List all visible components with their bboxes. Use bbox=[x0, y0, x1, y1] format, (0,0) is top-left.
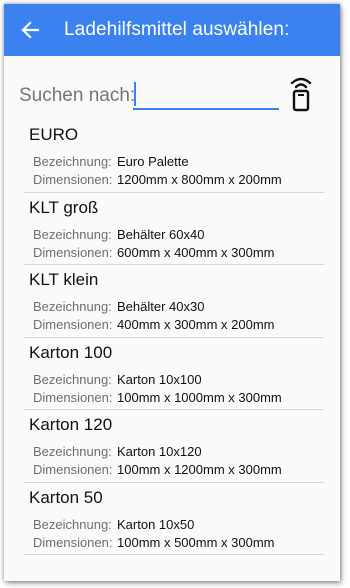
item-list: EURO Bezeichnung: Euro Palette Dimensione… bbox=[4, 120, 340, 555]
dimensions-label: Dimensionen: bbox=[33, 172, 113, 187]
dimensions-value: 1200mm x 800mm x 200mm bbox=[117, 172, 282, 187]
dimensions-value: 400mm x 300mm x 200mm bbox=[117, 317, 275, 332]
designation-value: Euro Palette bbox=[117, 154, 189, 169]
text-cursor bbox=[134, 82, 136, 106]
designation-label: Bezeichnung: bbox=[33, 516, 112, 532]
item-name: Karton 120 bbox=[29, 415, 113, 434]
list-item[interactable]: KLT klein Bezeichnung: Behälter 40x30 Dim… bbox=[24, 265, 324, 338]
dimensions-value: 600mm x 400mm x 300mm bbox=[117, 244, 275, 260]
designation-value: Karton 10x120 bbox=[117, 444, 202, 459]
dimensions-label: Dimensionen: bbox=[33, 244, 113, 260]
designation-label: Bezeichnung: bbox=[33, 299, 112, 314]
dimensions-label: Dimensionen: bbox=[33, 317, 113, 332]
back-button[interactable] bbox=[8, 4, 52, 56]
dimensions-row: Dimensionen: 100mm x 1000mm x 300mm bbox=[33, 390, 282, 405]
list-item[interactable]: Karton 120 Bezeichnung: Karton 10x120 Dim… bbox=[24, 410, 324, 483]
dimensions-value: 100mm x 500mm x 300mm bbox=[117, 534, 275, 550]
designation-label: Bezeichnung: bbox=[33, 371, 112, 387]
dimensions-row: Dimensionen: 1200mm x 800mm x 200mm bbox=[33, 172, 282, 187]
dimensions-row: Dimensionen: 400mm x 300mm x 200mm bbox=[33, 317, 275, 332]
item-name: KLT groß bbox=[29, 197, 99, 217]
designation-label: Bezeichnung: bbox=[33, 154, 112, 169]
list-item[interactable]: KLT groß Bezeichnung: Behälter 60x40 Dime… bbox=[24, 193, 324, 265]
list-item[interactable]: EURO Bezeichnung: Euro Palette Dimensione… bbox=[24, 120, 324, 193]
dimensions-label: Dimensionen: bbox=[33, 389, 113, 405]
designation-row: Bezeichnung: Karton 10x100 bbox=[33, 372, 202, 387]
designation-label: Bezeichnung: bbox=[33, 444, 112, 459]
page-title: Ladehilfsmittel auswählen: bbox=[64, 19, 290, 40]
item-name: KLT klein bbox=[29, 270, 99, 289]
designation-row: Bezeichnung: Behälter 40x30 bbox=[33, 299, 204, 314]
search-row: Suchen nach: bbox=[4, 72, 340, 116]
designation-row: Bezeichnung: Behälter 60x40 bbox=[33, 227, 204, 242]
designation-row: Bezeichnung: Karton 10x50 bbox=[33, 517, 194, 532]
scan-button[interactable] bbox=[288, 74, 314, 114]
list-item[interactable]: Karton 50 Bezeichnung: Karton 10x50 Dimen… bbox=[24, 483, 324, 555]
designation-row: Bezeichnung: Karton 10x120 bbox=[33, 444, 202, 459]
designation-value: Behälter 40x30 bbox=[117, 299, 205, 314]
designation-label: Bezeichnung: bbox=[33, 226, 112, 242]
dimensions-label: Dimensionen: bbox=[33, 534, 113, 550]
dimensions-row: Dimensionen: 100mm x 1200mm x 300mm bbox=[33, 462, 282, 477]
dimensions-row: Dimensionen: 100mm x 500mm x 300mm bbox=[33, 535, 275, 550]
designation-row: Bezeichnung: Euro Palette bbox=[33, 154, 189, 169]
app-window: Ladehilfsmittel auswählen: Suchen nach: … bbox=[4, 4, 340, 581]
list-item[interactable]: Karton 100 Bezeichnung: Karton 10x100 Dim… bbox=[24, 338, 324, 410]
item-name: Karton 50 bbox=[29, 487, 103, 507]
designation-value: Karton 10x50 bbox=[117, 516, 195, 532]
dimensions-label: Dimensionen: bbox=[33, 462, 113, 477]
dimensions-value: 100mm x 1200mm x 300mm bbox=[117, 462, 282, 477]
search-input[interactable] bbox=[133, 80, 279, 110]
designation-value: Behälter 60x40 bbox=[117, 226, 205, 242]
dimensions-value: 100mm x 1000mm x 300mm bbox=[117, 389, 282, 405]
app-bar: Ladehilfsmittel auswählen: bbox=[4, 4, 340, 56]
designation-value: Karton 10x100 bbox=[117, 371, 202, 387]
search-label: Suchen nach: bbox=[19, 85, 136, 106]
rfid-reader-icon bbox=[290, 77, 312, 112]
item-name: EURO bbox=[29, 125, 79, 144]
arrow-left-icon bbox=[21, 21, 40, 39]
item-name: Karton 100 bbox=[29, 342, 113, 362]
dimensions-row: Dimensionen: 600mm x 400mm x 300mm bbox=[33, 245, 275, 260]
